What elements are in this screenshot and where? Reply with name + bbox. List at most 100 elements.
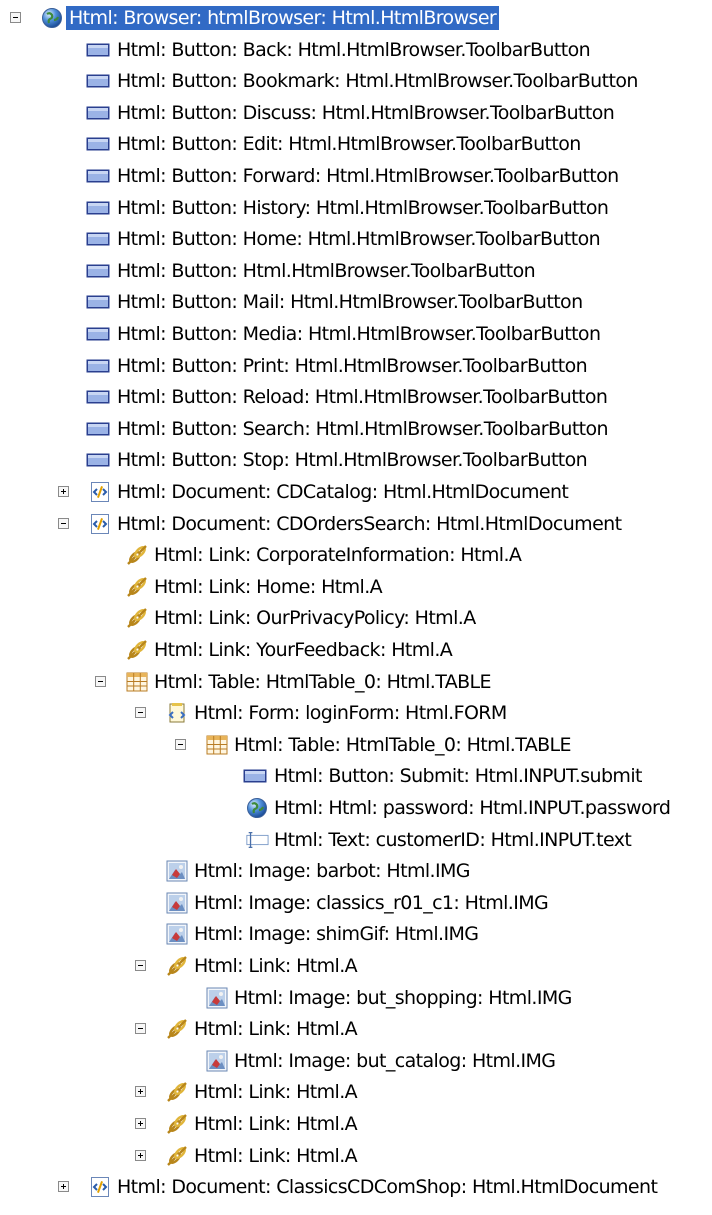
tree-node-label[interactable]: Html: Button: Back: Html.HtmlBrowser.Too… [114,38,593,62]
tree-node-label[interactable]: Html: Image: but_shopping: Html.IMG [231,986,575,1010]
collapse-icon[interactable] [95,676,106,687]
tree-node-label[interactable]: Html: Link: YourFeedback: Html.A [151,638,455,662]
tree-node[interactable]: Html: Form: loginForm: Html.FORM [0,697,712,729]
tree-node[interactable]: Html: Image: shimGif: Html.IMG [0,918,712,950]
tree-node[interactable]: Html: Link: Html.A [0,950,712,982]
tree-node[interactable]: Html: Link: Home: Html.A [0,571,712,603]
tree-node[interactable]: Html: Browser: htmlBrowser: Html.HtmlBro… [0,2,712,34]
tree-node-label[interactable]: Html: Text: customerID: Html.INPUT.text [271,828,634,852]
tree-node-label[interactable]: Html: Document: CDCatalog: Html.HtmlDocu… [114,480,571,504]
tree-node-label[interactable]: Html: Html: password: Html.INPUT.passwor… [271,796,673,820]
tree-node[interactable]: Html: Button: Back: Html.HtmlBrowser.Too… [0,34,712,66]
tree-node[interactable]: Html: Button: Reload: Html.HtmlBrowser.T… [0,381,712,413]
tree-node-label[interactable]: Html: Button: History: Html.HtmlBrowser.… [114,196,611,220]
tree-node-label[interactable]: Html: Link: Html.A [191,1017,360,1041]
tree-node[interactable]: Html: Image: but_shopping: Html.IMG [0,982,712,1014]
collapse-icon[interactable] [135,707,146,718]
tree-node[interactable]: Html: Link: Html.A [0,1076,712,1108]
tree-node[interactable]: Html: Link: Html.A [0,1108,712,1140]
tree-node[interactable]: Html: Button: Html.HtmlBrowser.ToolbarBu… [0,255,712,287]
tree-node[interactable]: Html: Image: barbot: Html.IMG [0,855,712,887]
tree-node[interactable]: Html: Button: Discuss: Html.HtmlBrowser.… [0,97,712,129]
tree-node[interactable]: Html: Button: Bookmark: Html.HtmlBrowser… [0,65,712,97]
tree-node[interactable]: Html: Image: classics_r01_c1: Html.IMG [0,887,712,919]
button-icon [86,69,110,93]
tree-node[interactable]: Html: Html: password: Html.INPUT.passwor… [0,792,712,824]
collapse-icon[interactable] [10,12,21,23]
button-icon [86,132,110,156]
collapse-icon[interactable] [135,1023,146,1034]
tree-node[interactable]: Html: Text: customerID: Html.INPUT.text [0,824,712,856]
tree-node[interactable]: Html: Link: CorporateInformation: Html.A [0,539,712,571]
tree-node[interactable]: Html: Button: Edit: Html.HtmlBrowser.Too… [0,128,712,160]
expand-icon[interactable] [58,486,69,497]
tree-node-label[interactable]: Html: Image: barbot: Html.IMG [191,859,473,883]
tree-node[interactable]: Html: Button: Stop: Html.HtmlBrowser.Too… [0,444,712,476]
tree-node-label[interactable]: Html: Button: Forward: Html.HtmlBrowser.… [114,164,622,188]
tree-node-label[interactable]: Html: Document: ClassicsCDComShop: Html.… [114,1175,660,1199]
tree-node-label[interactable]: Html: Button: Stop: Html.HtmlBrowser.Too… [114,448,590,472]
tree-node-label[interactable]: Html: Button: Bookmark: Html.HtmlBrowser… [114,69,641,93]
object-tree[interactable]: Html: Browser: htmlBrowser: Html.HtmlBro… [0,0,712,1215]
tree-node[interactable]: Html: Button: History: Html.HtmlBrowser.… [0,192,712,224]
tree-node-label[interactable]: Html: Document: CDOrdersSearch: Html.Htm… [114,512,624,536]
tree-node[interactable]: Html: Button: Submit: Html.INPUT.submit [0,760,712,792]
tree-node-label[interactable]: Html: Button: Media: Html.HtmlBrowser.To… [114,322,603,346]
button-icon [86,196,110,220]
tree-node[interactable]: Html: Button: Forward: Html.HtmlBrowser.… [0,160,712,192]
tree-node-label[interactable]: Html: Browser: htmlBrowser: Html.HtmlBro… [66,6,500,30]
tree-node[interactable]: Html: Button: Home: Html.HtmlBrowser.Too… [0,223,712,255]
collapse-icon[interactable] [58,518,69,529]
tree-node-label[interactable]: Html: Link: Html.A [191,954,360,978]
tree-node[interactable]: Html: Button: Mail: Html.HtmlBrowser.Too… [0,286,712,318]
tree-node-label[interactable]: Html: Button: Submit: Html.INPUT.submit [271,764,645,788]
collapse-icon[interactable] [175,739,186,750]
tree-node[interactable]: Html: Link: OurPrivacyPolicy: Html.A [0,602,712,634]
tree-node-label[interactable]: Html: Button: Reload: Html.HtmlBrowser.T… [114,385,610,409]
expand-icon[interactable] [135,1086,146,1097]
tree-node-label[interactable]: Html: Link: Html.A [191,1112,360,1136]
textbox-icon [245,828,269,852]
tree-node[interactable]: Html: Document: CDCatalog: Html.HtmlDocu… [0,476,712,508]
tree-node-label[interactable]: Html: Button: Discuss: Html.HtmlBrowser.… [114,101,617,125]
tree-node[interactable]: Html: Image: but_catalog: Html.IMG [0,1045,712,1077]
tree-node-label[interactable]: Html: Button: Search: Html.HtmlBrowser.T… [114,417,611,441]
link-icon [125,575,149,599]
tree-node-label[interactable]: Html: Link: Home: Html.A [151,575,385,599]
tree-node[interactable]: Html: Button: Print: Html.HtmlBrowser.To… [0,350,712,382]
image-icon [165,922,189,946]
button-icon [86,259,110,283]
expand-icon[interactable] [135,1150,146,1161]
tree-node[interactable]: Html: Link: Html.A [0,1013,712,1045]
tree-node-label[interactable]: Html: Form: loginForm: Html.FORM [191,701,510,725]
tree-node-label[interactable]: Html: Button: Mail: Html.HtmlBrowser.Too… [114,290,586,314]
button-icon [86,101,110,125]
tree-node[interactable]: Html: Document: ClassicsCDComShop: Html.… [0,1171,712,1203]
tree-node-label[interactable]: Html: Link: Html.A [191,1144,360,1168]
collapse-icon[interactable] [135,960,146,971]
expand-icon[interactable] [135,1118,146,1129]
tree-node-label[interactable]: Html: Image: but_catalog: Html.IMG [231,1049,558,1073]
tree-node[interactable]: Html: Button: Search: Html.HtmlBrowser.T… [0,413,712,445]
tree-node[interactable]: Html: Table: HtmlTable_0: Html.TABLE [0,666,712,698]
tree-node-label[interactable]: Html: Button: Home: Html.HtmlBrowser.Too… [114,227,603,251]
tree-node[interactable]: Html: Document: CDOrdersSearch: Html.Htm… [0,508,712,540]
tree-node-label[interactable]: Html: Table: HtmlTable_0: Html.TABLE [231,733,574,757]
tree-node[interactable]: Html: Button: Media: Html.HtmlBrowser.To… [0,318,712,350]
tree-node-label[interactable]: Html: Link: Html.A [191,1080,360,1104]
tree-node[interactable]: Html: Link: YourFeedback: Html.A [0,634,712,666]
button-icon [86,227,110,251]
expand-icon[interactable] [58,1181,69,1192]
tree-node-label[interactable]: Html: Image: classics_r01_c1: Html.IMG [191,891,551,915]
tree-node-label[interactable]: Html: Button: Print: Html.HtmlBrowser.To… [114,354,590,378]
tree-node-label[interactable]: Html: Image: shimGif: Html.IMG [191,922,481,946]
tree-node-label[interactable]: Html: Button: Edit: Html.HtmlBrowser.Too… [114,132,584,156]
tree-node[interactable]: Html: Table: HtmlTable_0: Html.TABLE [0,729,712,761]
tree-node-label[interactable]: Html: Button: Html.HtmlBrowser.ToolbarBu… [114,259,538,283]
tree-node[interactable]: Html: Link: Html.A [0,1140,712,1172]
tree-node-label[interactable]: Html: Link: CorporateInformation: Html.A [151,543,524,567]
tree-node-label[interactable]: Html: Table: HtmlTable_0: Html.TABLE [151,670,494,694]
document-icon [88,480,112,504]
link-icon [125,606,149,630]
tree-node-label[interactable]: Html: Link: OurPrivacyPolicy: Html.A [151,606,479,630]
